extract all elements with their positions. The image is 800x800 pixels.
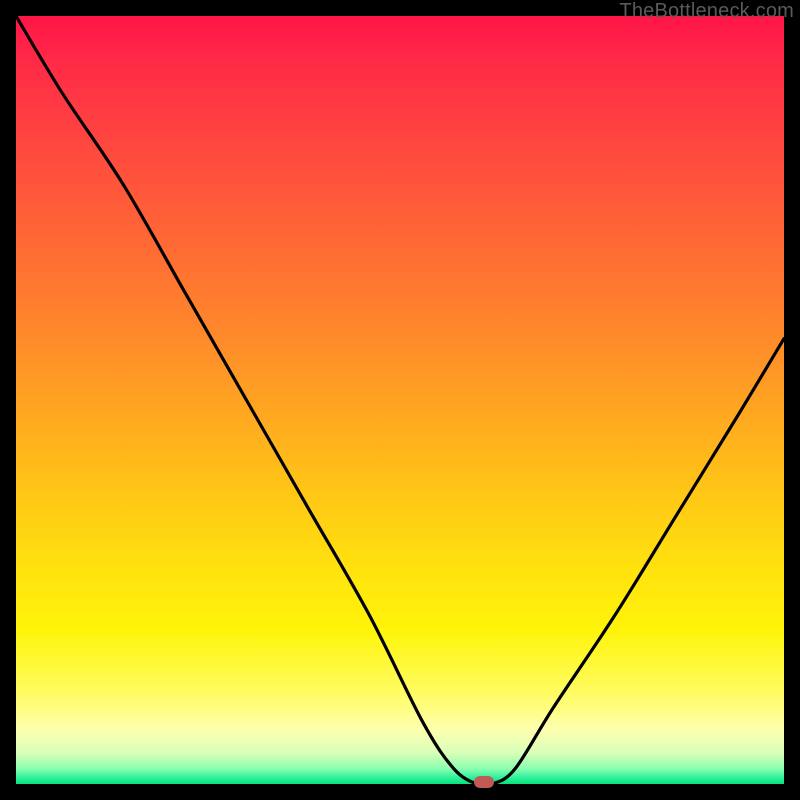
chart-frame: TheBottleneck.com — [0, 0, 800, 800]
optimal-marker — [474, 776, 494, 788]
watermark-text: TheBottleneck.com — [619, 0, 794, 23]
plot-area — [16, 16, 784, 784]
bottleneck-curve — [16, 16, 784, 784]
